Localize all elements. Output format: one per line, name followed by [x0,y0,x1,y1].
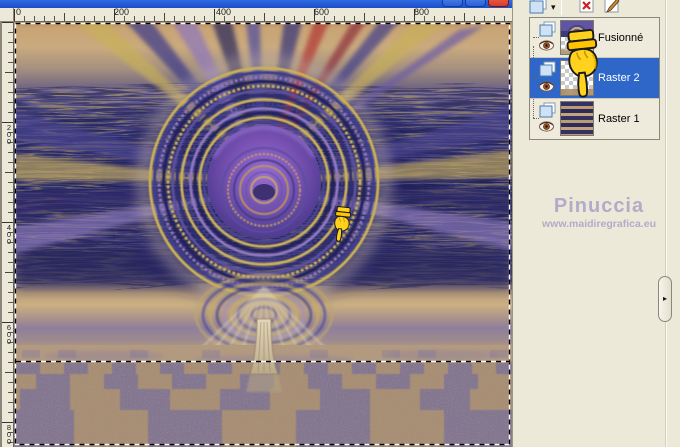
edit-layer-button[interactable] [601,0,623,16]
layer-pages-icon [539,102,556,118]
ruler-label: 200 [114,7,130,17]
layer-thumbnail[interactable] [560,60,594,96]
close-button[interactable] [488,0,509,7]
artwork-canvas [0,22,524,447]
layer-name: Raster 1 [598,113,640,125]
ruler-label: 400 [216,7,232,17]
layers-panel: ▾ Fusionné Raster 2 Raster 1 Pinuccia ww… [512,0,680,447]
watermark-name: Pinuccia [553,195,645,217]
layer-name: Raster 2 [598,72,640,84]
panel-splitter-handle[interactable]: ▸ [658,276,672,322]
layer-pages-icon [539,61,556,77]
watermark-url: www.maidiregrafica.eu [542,218,656,230]
layer-pages-icon [539,21,556,37]
horizontal-ruler[interactable]: 0 200 400 600 800 [14,8,512,22]
ruler-label: 0 [16,7,22,17]
toolbar-separator [561,0,562,15]
layers-toolbar: ▾ [513,0,680,16]
chevron-right-icon: ▸ [662,294,667,303]
layer-list: Fusionné Raster 2 Raster 1 [529,17,660,140]
vertical-ruler[interactable]: 200 400 600 800 [0,22,14,447]
minimize-button[interactable] [442,0,463,7]
image-canvas[interactable] [0,22,524,447]
ruler-label: 400 [6,223,12,246]
layer-thumbnail[interactable] [560,101,594,136]
ruler-label: 200 [6,123,12,146]
delete-layer-button[interactable] [575,0,597,16]
ruler-corner [0,8,14,22]
visibility-eye-icon[interactable] [539,40,554,51]
ruler-label: 600 [314,7,330,17]
window-titlebar[interactable] [0,0,512,8]
watermark: Pinuccia www.maidiregrafica.eu [531,195,667,231]
layer-row-fusionne[interactable]: Fusionné [530,18,659,57]
maximize-button[interactable] [465,0,486,7]
visibility-eye-icon[interactable] [539,121,554,132]
new-layer-button[interactable] [527,0,549,16]
ruler-label: 800 [414,7,430,17]
visibility-eye-icon[interactable] [539,81,554,92]
ruler-label: 600 [6,323,12,346]
layer-name: Fusionné [598,32,644,44]
ruler-label: 800 [6,423,12,446]
panel-splitter-track [665,0,667,447]
app-window: 0 200 400 600 800 200 400 600 800 ▾ Fusi… [0,0,680,447]
layer-row-raster1[interactable]: Raster 1 [530,99,659,138]
layer-thumbnail[interactable] [560,20,594,55]
layer-row-raster2[interactable]: Raster 2 [530,58,659,98]
chevron-down-icon[interactable]: ▾ [551,2,556,12]
